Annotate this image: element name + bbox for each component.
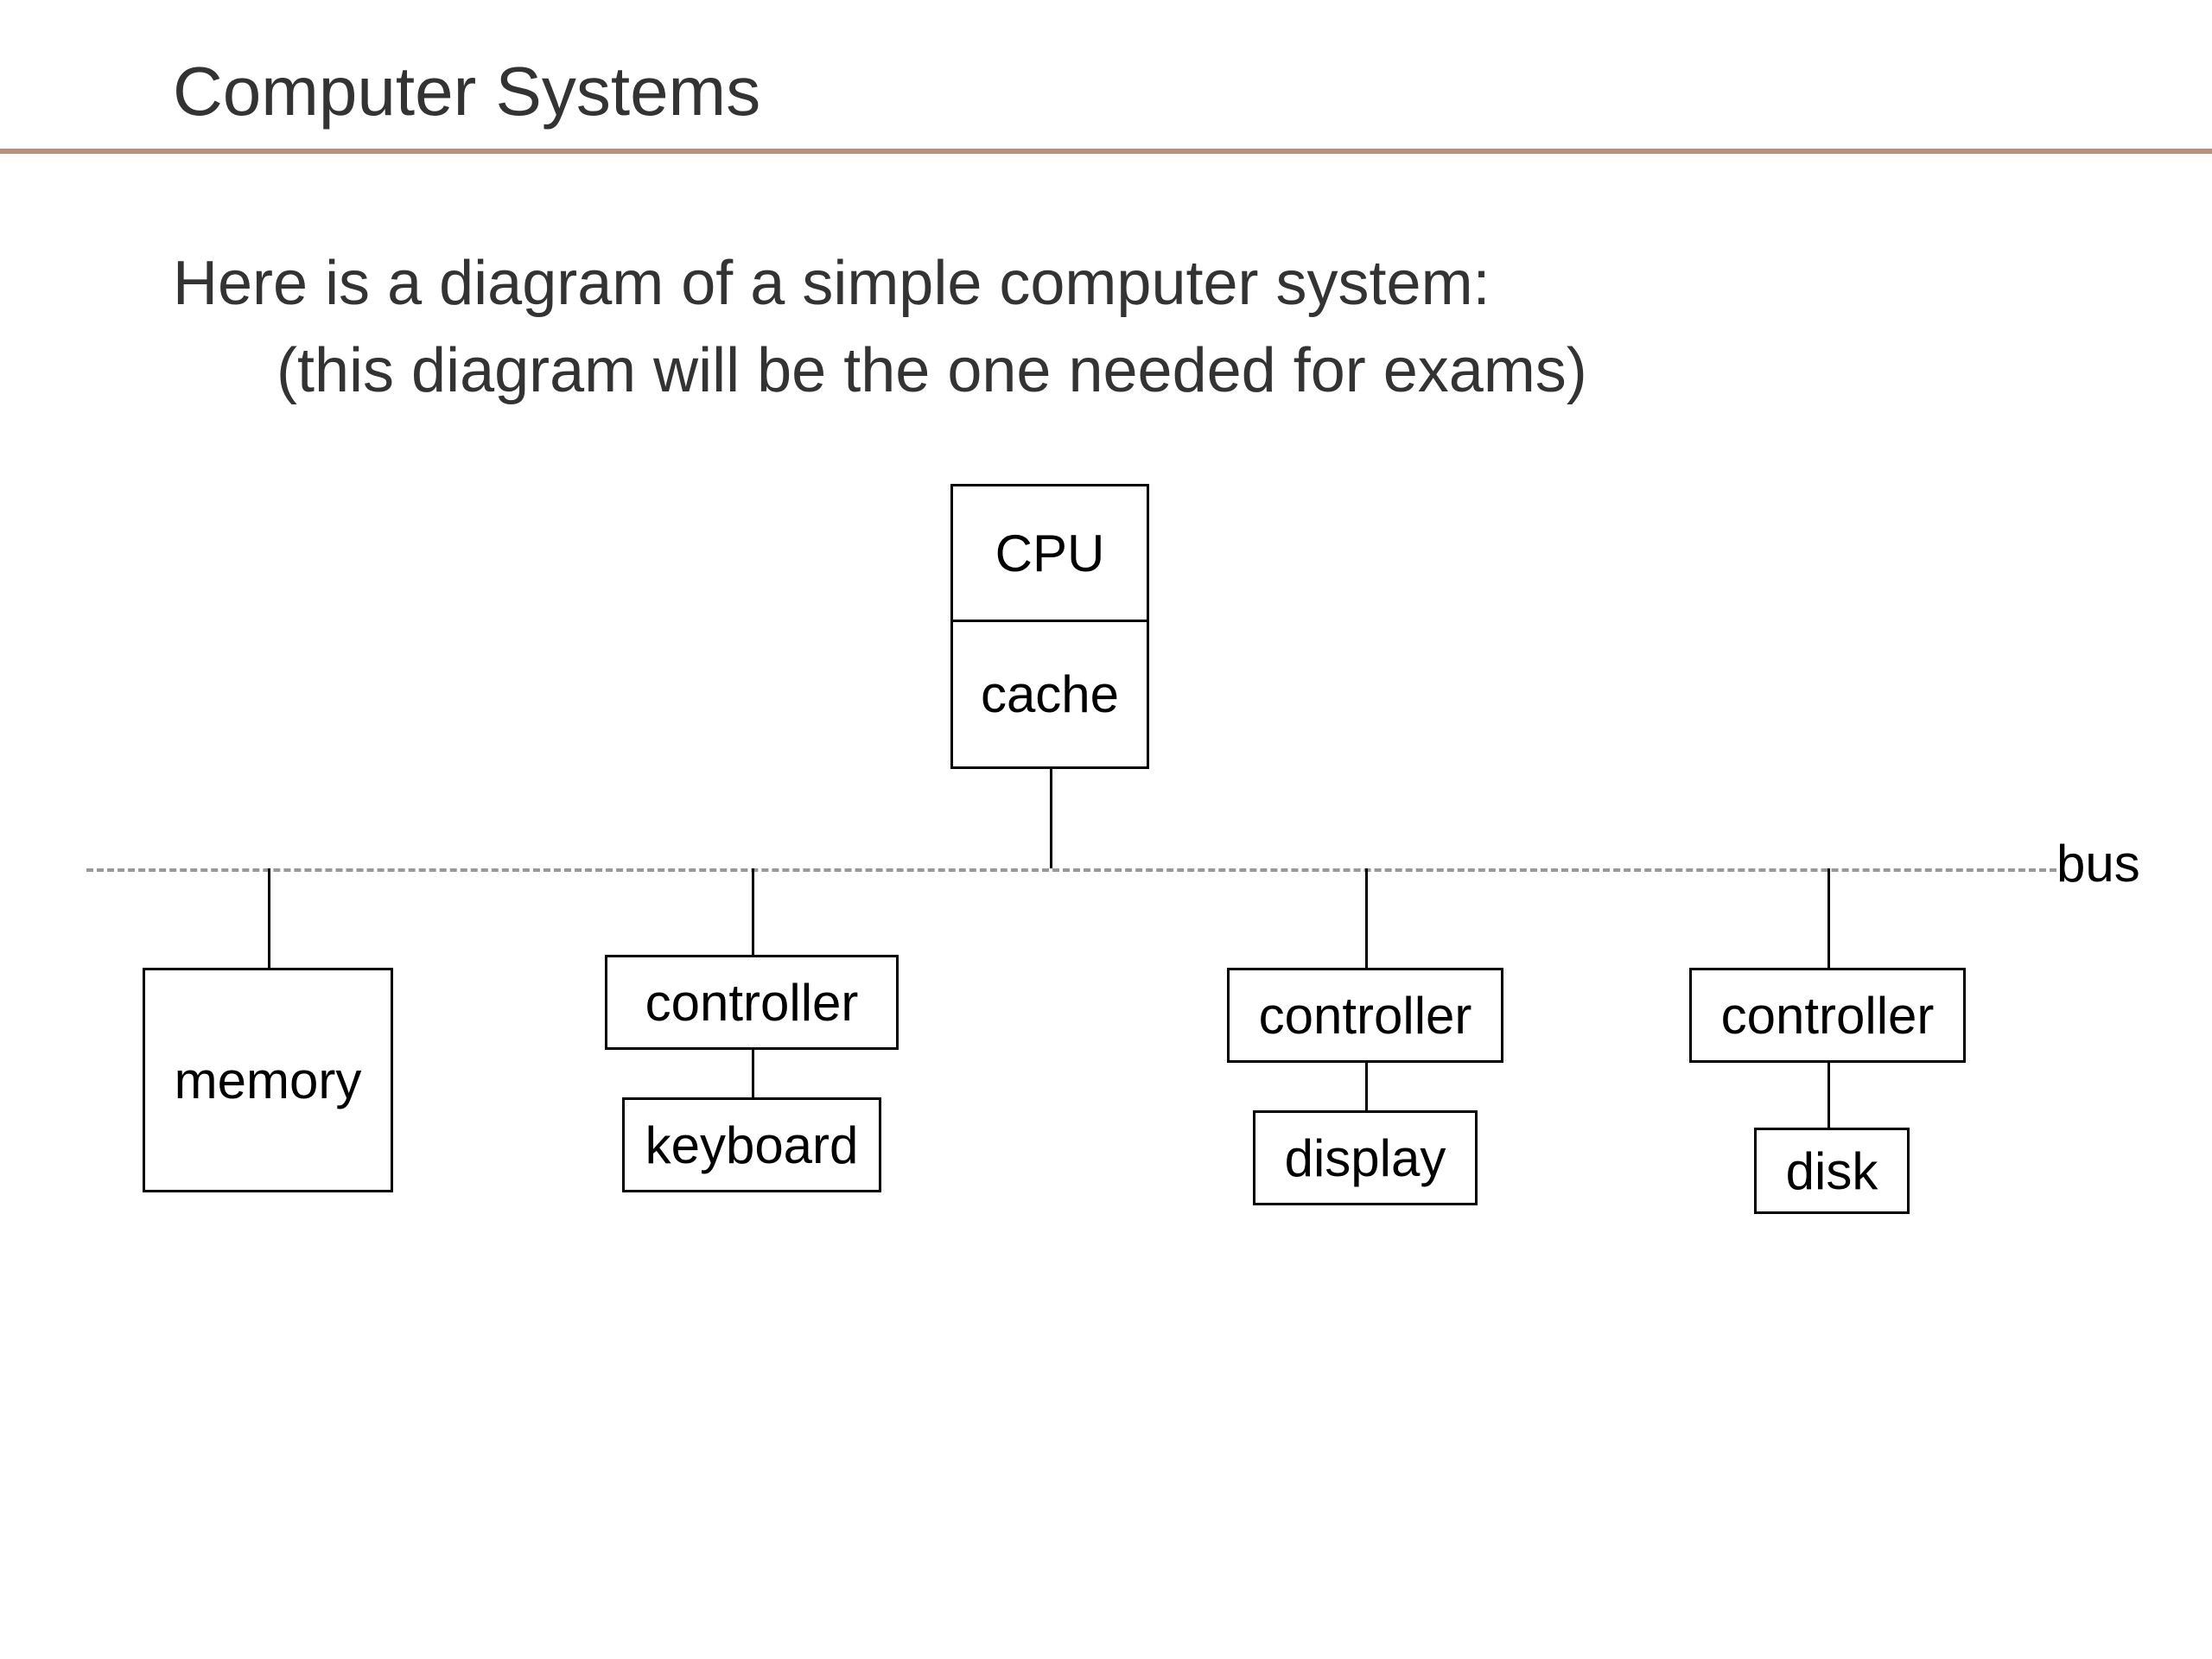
connector-controller2-bus (1365, 868, 1368, 968)
display-box: display (1253, 1110, 1478, 1205)
cpu-box: CPU (950, 484, 1149, 622)
connector-controller1-keyboard (752, 1050, 754, 1097)
bus-line (86, 868, 2056, 872)
memory-box: memory (143, 968, 393, 1192)
system-diagram: CPU cache bus memory controller keyboard… (0, 484, 2212, 1521)
slide: Computer Systems Here is a diagram of a … (0, 0, 2212, 1659)
cache-box: cache (950, 622, 1149, 769)
body-text: Here is a diagram of a simple computer s… (0, 240, 2212, 415)
connector-controller2-display (1365, 1063, 1368, 1110)
connector-controller3-disk (1827, 1063, 1830, 1128)
body-line-1: Here is a diagram of a simple computer s… (173, 240, 2212, 327)
disk-box: disk (1754, 1128, 1910, 1214)
controller2-box: controller (1227, 968, 1503, 1063)
slide-title: Computer Systems (0, 52, 2212, 154)
keyboard-box: keyboard (622, 1097, 881, 1192)
bus-label: bus (2056, 834, 2140, 893)
controller3-box: controller (1689, 968, 1966, 1063)
controller1-box: controller (605, 955, 899, 1050)
connector-memory-bus (268, 868, 270, 968)
body-line-2: (this diagram will be the one needed for… (173, 327, 2212, 415)
connector-cache-bus (1050, 769, 1052, 868)
connector-controller3-bus (1827, 868, 1830, 968)
connector-controller1-bus (752, 868, 754, 955)
